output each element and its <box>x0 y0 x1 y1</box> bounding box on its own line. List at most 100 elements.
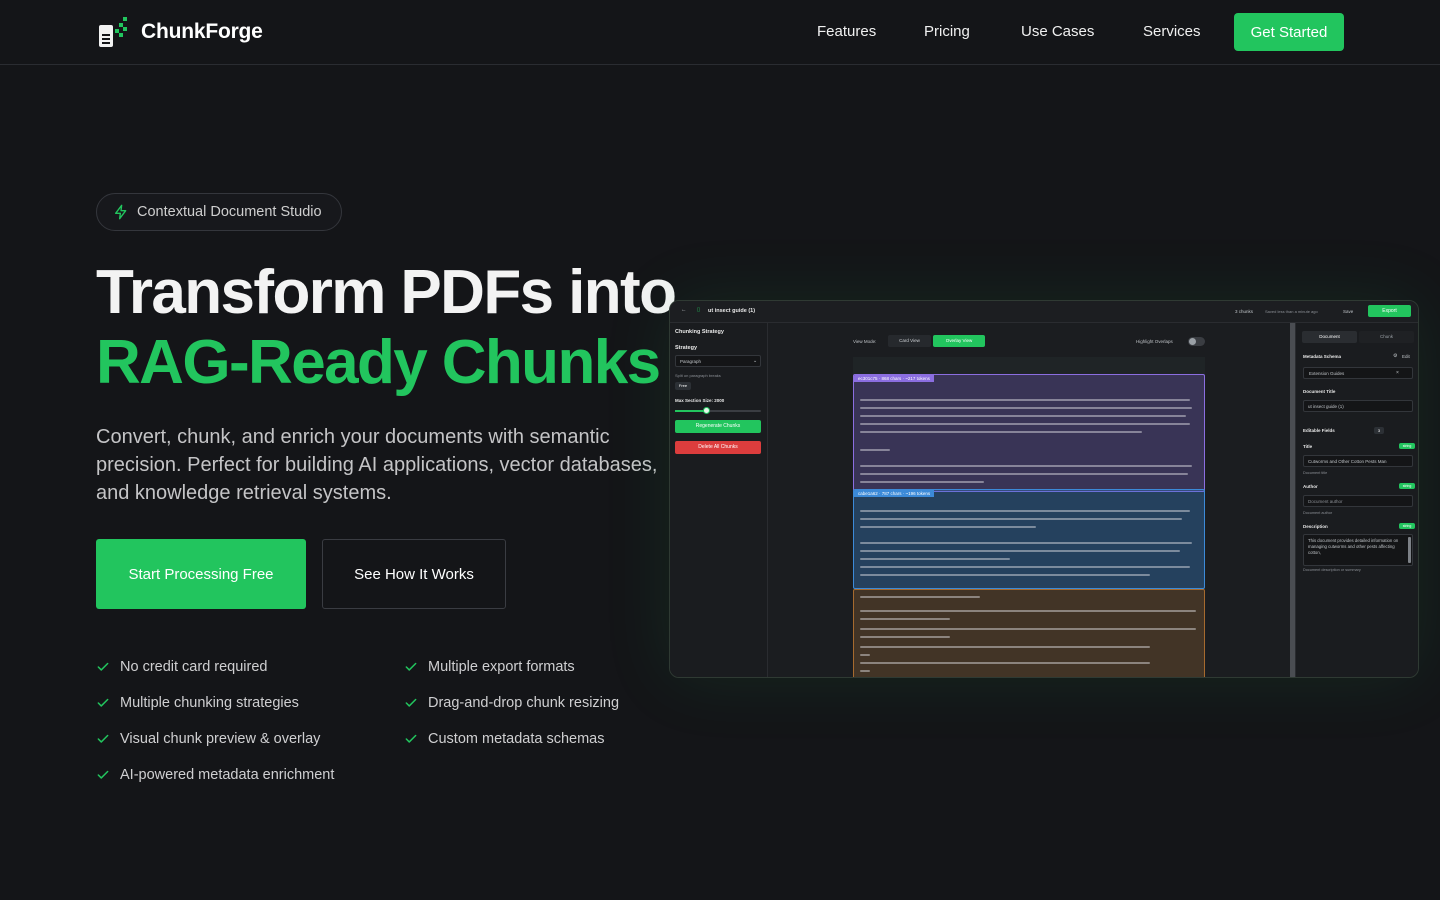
feature-item: Multiple chunking strategies <box>96 692 404 714</box>
feature-item: No credit card required <box>96 656 404 678</box>
chunk-overlay-3[interactable] <box>853 589 1205 677</box>
chunk-overlay-2[interactable]: cabe1a62 · 787 chars · ~196 tokens <box>853 489 1205 589</box>
get-started-button[interactable]: Get Started <box>1234 13 1344 51</box>
feature-text: Drag-and-drop chunk resizing <box>428 695 620 711</box>
close-icon[interactable]: × <box>1396 370 1399 376</box>
feature-text: AI-powered metadata enrichment <box>120 767 335 783</box>
desc-hint: Document description or summary <box>1303 568 1361 572</box>
title-input[interactable]: Cutworms and Other Cotton Pests Man <box>1303 455 1413 467</box>
feature-text: Custom metadata schemas <box>428 731 605 747</box>
top-nav: ChunkForge Features Pricing Use Cases Se… <box>0 0 1440 65</box>
doc-title-input[interactable]: ut insect guide (1) <box>1303 400 1413 412</box>
type-badge-text: string <box>1402 524 1412 528</box>
tab-document[interactable]: Document <box>1302 331 1357 343</box>
max-size-slider[interactable] <box>675 407 761 414</box>
feature-text: Visual chunk preview & overlay <box>120 731 321 747</box>
nav-link-use-cases[interactable]: Use Cases <box>1021 13 1143 51</box>
schema-label: Metadata Schema <box>1303 354 1342 359</box>
feature-item: AI-powered metadata enrichment <box>96 764 404 786</box>
desc-type-badge: string <box>1399 523 1415 529</box>
nav-links: Features Pricing Use Cases Services <box>817 13 1201 51</box>
app-doc-title: ut insect guide (1) <box>708 308 756 314</box>
hero-title: Transform PDFs into RAG-Ready Chunks <box>96 258 677 398</box>
author-placeholder: Document author <box>1308 499 1343 504</box>
check-icon <box>405 698 417 707</box>
schema-edit-link[interactable]: Edit <box>1402 354 1410 359</box>
hero-title-line2: RAG-Ready Chunks <box>96 328 661 397</box>
desc-field-label: Description <box>1303 524 1328 529</box>
view-mode-label: View Mode: <box>853 339 877 344</box>
author-hint: Document author <box>1303 511 1333 515</box>
chunk-2-tag: cabe1a62 · 787 chars · ~196 tokens <box>854 490 935 497</box>
nav-link-pricing[interactable]: Pricing <box>924 13 1021 51</box>
type-badge-text: string <box>1402 444 1412 448</box>
doc-title-label: Document Title <box>1303 389 1336 394</box>
check-icon <box>97 662 109 671</box>
feature-list: No credit card required Multiple export … <box>96 656 696 786</box>
schema-select[interactable]: Extension Guides × <box>1303 367 1413 379</box>
title-field-label: Title <box>1303 444 1313 449</box>
logo-icon <box>97 15 131 49</box>
feature-text: Multiple export formats <box>428 659 575 675</box>
author-input[interactable]: Document author <box>1303 495 1413 507</box>
highlight-toggle[interactable] <box>1188 337 1205 346</box>
card-view-label: Card View <box>899 338 920 343</box>
desc-value: This document provides detailed informat… <box>1308 538 1399 555</box>
gear-icon: ⚙ <box>1393 353 1398 359</box>
see-how-it-works-button[interactable]: See How It Works <box>322 539 506 609</box>
doc-title-value: ut insect guide (1) <box>1308 404 1344 409</box>
author-type-badge: string <box>1399 483 1415 489</box>
strategy-hint: Split on paragraph breaks <box>675 373 721 378</box>
title-type-badge: string <box>1399 443 1415 449</box>
feature-text: No credit card required <box>120 659 268 675</box>
chunk-overlay-1[interactable]: ec301c75 · 868 chars · ~217 tokens <box>853 374 1205 492</box>
chevron-down-icon: ⌄ <box>753 358 758 364</box>
badge-text: Contextual Document Studio <box>137 204 322 220</box>
app-left-panel: Chunking Strategy Strategy Paragraph ⌄ Sp… <box>670 323 768 677</box>
strategy-select[interactable]: Paragraph ⌄ <box>675 355 761 367</box>
feature-text: Multiple chunking strategies <box>120 695 299 711</box>
feature-item: Multiple export formats <box>404 656 704 678</box>
feature-item: Visual chunk preview & overlay <box>96 728 404 750</box>
editable-count-badge: 3 <box>1374 427 1384 434</box>
app-topbar: ← ▯ ut insect guide (1) 3 chunks Saved l… <box>670 301 1418 323</box>
check-icon <box>97 770 109 779</box>
file-icon: ▯ <box>697 307 701 313</box>
strategy-label: Strategy <box>675 345 698 351</box>
strategy-value: Paragraph <box>680 359 702 364</box>
chunks-count: 3 chunks <box>1235 309 1254 314</box>
app-save-button[interactable]: Save <box>1343 309 1353 314</box>
check-icon <box>405 734 417 743</box>
desc-textarea[interactable]: This document provides detailed informat… <box>1303 534 1413 566</box>
feature-item: Drag-and-drop chunk resizing <box>404 692 704 714</box>
hero-badge: Contextual Document Studio <box>96 193 342 231</box>
tab-chunk[interactable]: Chunk <box>1359 331 1414 343</box>
chunking-heading: Chunking Strategy <box>675 329 724 335</box>
app-export-button[interactable]: Export <box>1368 305 1411 317</box>
start-processing-button[interactable]: Start Processing Free <box>96 539 306 609</box>
max-size-label: Max Section Size: 2000 <box>675 398 725 403</box>
author-field-label: Author <box>1303 484 1318 489</box>
regenerate-chunks-button[interactable]: Regenerate Chunks <box>675 420 761 433</box>
delete-label: Delete All Chunks <box>698 444 738 450</box>
check-icon <box>97 698 109 707</box>
tab-document-label: Document <box>1319 334 1340 339</box>
brand-name: ChunkForge <box>141 20 263 43</box>
nav-link-features[interactable]: Features <box>817 13 924 51</box>
brand-logo[interactable]: ChunkForge <box>97 14 263 50</box>
highlight-overlaps-label: Highlight Overlaps <box>1136 339 1173 344</box>
regenerate-label: Regenerate Chunks <box>695 423 741 429</box>
feature-item: Custom metadata schemas <box>404 728 704 750</box>
check-icon <box>405 662 417 671</box>
saved-status: Saved less than a minute ago <box>1265 309 1318 314</box>
app-right-panel: Document Chunk Metadata Schema ⚙ Edit Ex… <box>1295 323 1418 677</box>
nav-link-services[interactable]: Services <box>1143 13 1201 51</box>
back-arrow-icon: ← <box>681 307 687 313</box>
title-hint: Document title <box>1303 471 1328 475</box>
chunk-1-tag: ec301c75 · 868 chars · ~217 tokens <box>854 375 934 382</box>
card-view-toggle[interactable]: Card View <box>888 335 931 347</box>
delete-chunks-button[interactable]: Delete All Chunks <box>675 441 761 454</box>
product-screenshot: ← ▯ ut insect guide (1) 3 chunks Saved l… <box>669 300 1419 678</box>
overlay-view-toggle[interactable]: Overlay View <box>933 335 985 347</box>
tab-chunk-label: Chunk <box>1379 334 1393 339</box>
